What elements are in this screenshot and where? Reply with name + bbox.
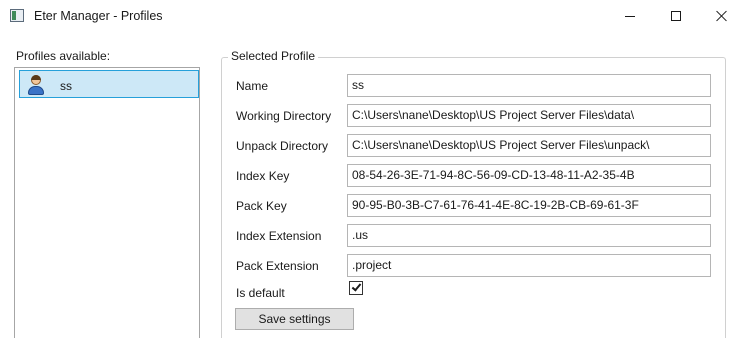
working-directory-field[interactable]: C:\Users\nane\Desktop\US Project Server … — [347, 104, 711, 127]
selected-profile-legend: Selected Profile — [228, 49, 319, 63]
close-button[interactable] — [699, 0, 739, 32]
index-key-label: Index Key — [236, 169, 290, 183]
index-key-field[interactable]: 08-54-26-3E-71-94-8C-56-09-CD-13-48-11-A… — [347, 164, 711, 187]
window-title: Eter Manager - Profiles — [34, 9, 163, 23]
pack-key-field[interactable]: 90-95-B0-3B-C7-61-76-41-4E-8C-19-2B-CB-6… — [347, 194, 711, 217]
app-window-icon — [10, 9, 24, 22]
index-extension-label: Index Extension — [236, 229, 322, 243]
list-item[interactable]: ss — [19, 70, 199, 98]
name-field[interactable]: ss — [347, 74, 711, 97]
is-default-label: Is default — [236, 286, 285, 300]
pack-extension-label: Pack Extension — [236, 259, 319, 273]
minimize-button[interactable] — [607, 0, 653, 32]
unpack-directory-label: Unpack Directory — [236, 139, 329, 153]
pack-extension-field[interactable]: .project — [347, 254, 711, 277]
minimize-icon — [625, 15, 635, 17]
name-label: Name — [236, 79, 269, 93]
user-avatar-icon — [27, 75, 45, 95]
save-settings-button[interactable]: Save settings — [235, 308, 354, 330]
title-bar[interactable]: Eter Manager - Profiles — [0, 0, 739, 33]
working-directory-label: Working Directory — [236, 109, 332, 123]
is-default-checkbox[interactable] — [349, 281, 363, 295]
profile-name: ss — [60, 79, 72, 93]
profile-list[interactable]: ss — [14, 67, 200, 338]
close-icon — [716, 10, 728, 22]
maximize-button[interactable] — [653, 0, 699, 32]
index-extension-field[interactable]: .us — [347, 224, 711, 247]
maximize-icon — [671, 11, 681, 21]
checkmark-icon — [351, 281, 362, 292]
pack-key-label: Pack Key — [236, 199, 287, 213]
profiles-available-label: Profiles available: — [16, 49, 111, 63]
unpack-directory-field[interactable]: C:\Users\nane\Desktop\US Project Server … — [347, 134, 711, 157]
